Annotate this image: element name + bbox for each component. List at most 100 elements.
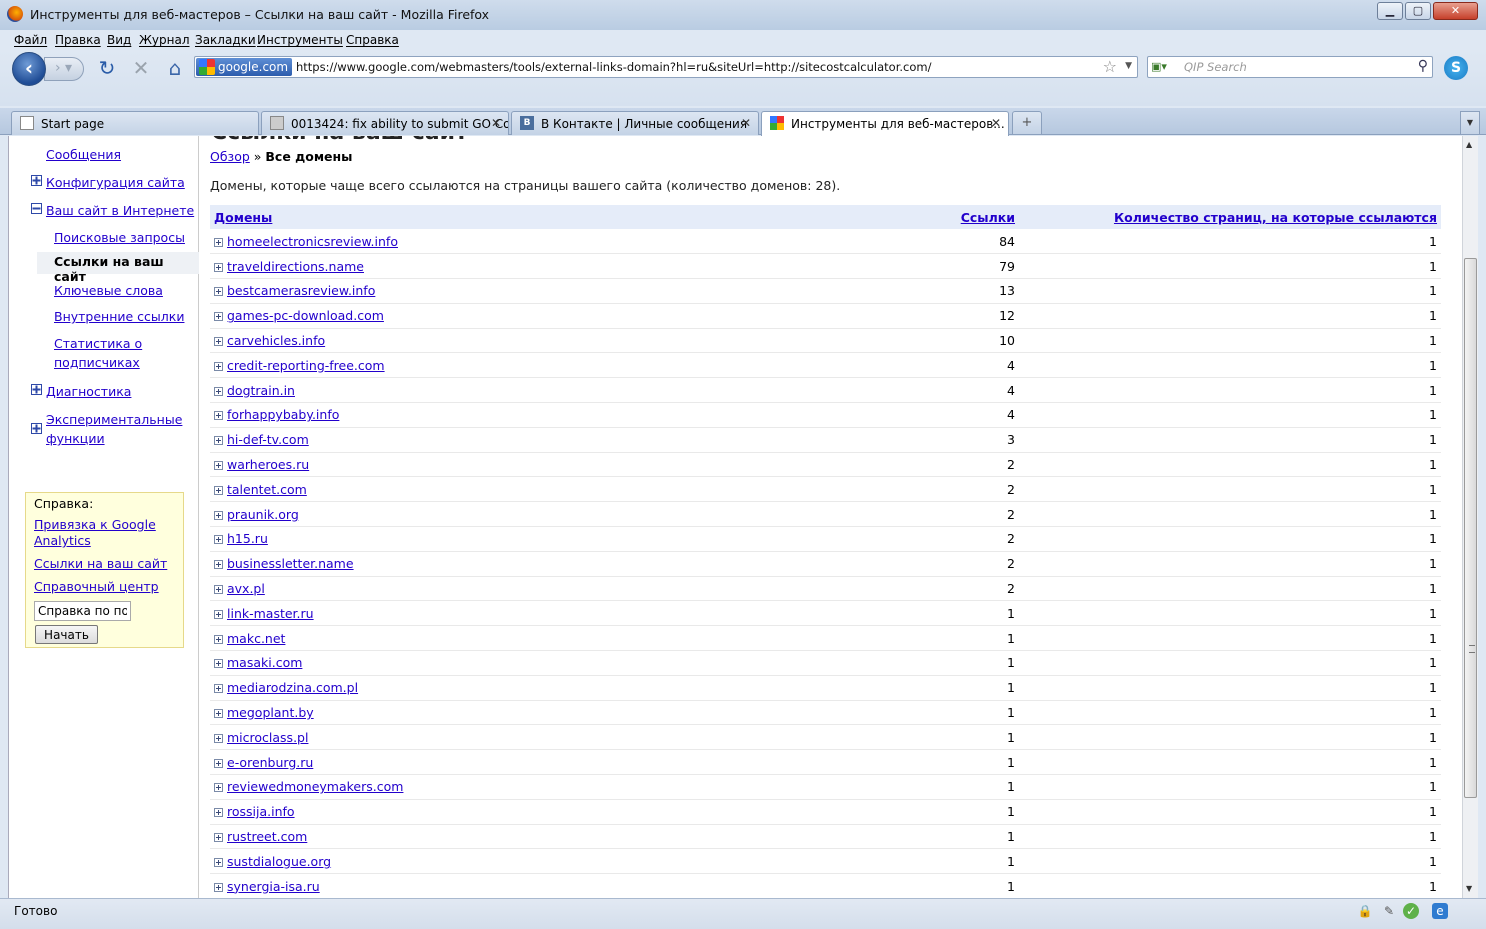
- sidebar-item-internal-links[interactable]: Внутренние ссылки: [54, 307, 184, 326]
- expand-row-icon[interactable]: [214, 535, 223, 545]
- close-tab-icon[interactable]: ✕: [741, 116, 751, 130]
- expand-row-icon[interactable]: [214, 312, 223, 322]
- back-button[interactable]: ‹: [12, 52, 46, 86]
- search-bar[interactable]: ▣▾ QIP Search ⚲: [1147, 56, 1433, 78]
- domain-link[interactable]: credit-reporting-free.com: [227, 358, 385, 373]
- domain-link[interactable]: makc.net: [227, 631, 285, 646]
- menu-file[interactable]: Файл: [14, 33, 47, 47]
- help-link-analytics[interactable]: Привязка к Google Analytics: [34, 517, 179, 549]
- expand-row-icon[interactable]: [214, 287, 223, 297]
- tab-vkontakte[interactable]: B В Контакте | Личные сообщения ✕: [511, 111, 759, 135]
- breadcrumb-overview-link[interactable]: Обзор: [210, 149, 250, 164]
- collapse-icon[interactable]: [31, 203, 42, 214]
- menu-bookmarks[interactable]: Закладки: [195, 33, 256, 47]
- domain-link[interactable]: avx.pl: [227, 581, 265, 596]
- expand-icon[interactable]: [31, 423, 42, 434]
- expand-row-icon[interactable]: [214, 808, 223, 818]
- expand-row-icon[interactable]: [214, 262, 223, 272]
- home-icon[interactable]: ⌂: [163, 57, 187, 79]
- domain-link[interactable]: forhappybaby.info: [227, 407, 339, 422]
- domain-link[interactable]: megoplant.by: [227, 705, 314, 720]
- sort-by-pages-link[interactable]: Количество страниц, на которые ссылаются: [1114, 210, 1437, 225]
- bookmark-star-icon[interactable]: ☆: [1103, 57, 1117, 76]
- domain-link[interactable]: carvehicles.info: [227, 333, 325, 348]
- close-tab-icon[interactable]: ✕: [991, 116, 1001, 130]
- expand-row-icon[interactable]: [214, 709, 223, 719]
- domain-link[interactable]: talentet.com: [227, 482, 307, 497]
- reload-icon[interactable]: ↻: [95, 57, 119, 79]
- sidebar-item-links-selected[interactable]: Ссылки на ваш сайт: [37, 252, 199, 284]
- sidebar-item-keywords[interactable]: Ключевые слова: [54, 281, 163, 300]
- domain-link[interactable]: link-master.ru: [227, 606, 314, 621]
- lock-icon[interactable]: 🔒: [1357, 903, 1373, 919]
- sort-by-links-link[interactable]: Ссылки: [961, 210, 1015, 225]
- scroll-up-icon[interactable]: ▲: [1466, 140, 1472, 149]
- expand-row-icon[interactable]: [214, 337, 223, 347]
- expand-row-icon[interactable]: [214, 857, 223, 867]
- domain-link[interactable]: games-pc-download.com: [227, 308, 384, 323]
- expand-row-icon[interactable]: [214, 411, 223, 421]
- addon-icon[interactable]: ✎: [1381, 903, 1397, 919]
- sidebar-item-search-queries[interactable]: Поисковые запросы: [54, 228, 185, 247]
- close-tab-icon[interactable]: ✕: [491, 116, 501, 130]
- help-link-center[interactable]: Справочный центр: [34, 579, 179, 595]
- help-link-links[interactable]: Ссылки на ваш сайт: [34, 556, 179, 572]
- expand-row-icon[interactable]: [214, 436, 223, 446]
- domain-link[interactable]: praunik.org: [227, 507, 299, 522]
- tab-webmaster-tools[interactable]: Инструменты для веб-мастеров... ✕: [761, 111, 1009, 136]
- sidebar-item-site-config[interactable]: Конфигурация сайта: [46, 173, 185, 192]
- sidebar-item-messages[interactable]: Сообщения: [46, 145, 121, 164]
- domain-link[interactable]: warheroes.ru: [227, 457, 309, 472]
- expand-row-icon[interactable]: [214, 733, 223, 743]
- menu-history[interactable]: Журнал: [139, 33, 190, 47]
- sidebar-item-diagnostics[interactable]: Диагностика: [46, 382, 131, 401]
- expand-row-icon[interactable]: [214, 585, 223, 595]
- sidebar-item-subscriber-stats[interactable]: Статистика о подписчиках: [54, 334, 164, 372]
- menu-view[interactable]: Вид: [107, 33, 131, 47]
- stop-icon[interactable]: ✕: [129, 57, 153, 79]
- domain-link[interactable]: businessletter.name: [227, 556, 354, 571]
- help-search-input[interactable]: [34, 601, 131, 621]
- sidebar-item-site-on-web[interactable]: Ваш сайт в Интернете: [46, 201, 194, 220]
- expand-icon[interactable]: [31, 384, 42, 395]
- minimize-button[interactable]: ▁: [1377, 2, 1403, 20]
- new-tab-button[interactable]: +: [1012, 111, 1042, 134]
- sort-by-domains-link[interactable]: Домены: [214, 210, 272, 225]
- status-ok-icon[interactable]: ✓: [1403, 903, 1419, 919]
- domain-link[interactable]: hi-def-tv.com: [227, 432, 309, 447]
- menu-tools[interactable]: Инструменты: [257, 33, 343, 47]
- vertical-scrollbar[interactable]: ▲ ▼: [1462, 136, 1478, 898]
- expand-row-icon[interactable]: [214, 361, 223, 371]
- domain-link[interactable]: e-orenburg.ru: [227, 755, 313, 770]
- expand-row-icon[interactable]: [214, 783, 223, 793]
- expand-row-icon[interactable]: [214, 510, 223, 520]
- expand-row-icon[interactable]: [214, 659, 223, 669]
- domain-link[interactable]: microclass.pl: [227, 730, 308, 745]
- domain-link[interactable]: rossija.info: [227, 804, 295, 819]
- domain-link[interactable]: sustdialogue.org: [227, 854, 331, 869]
- menu-help[interactable]: Справка: [346, 33, 399, 47]
- expand-row-icon[interactable]: [214, 237, 223, 247]
- expand-row-icon[interactable]: [214, 634, 223, 644]
- domain-link[interactable]: bestcamerasreview.info: [227, 283, 375, 298]
- expand-row-icon[interactable]: [214, 485, 223, 495]
- scroll-down-icon[interactable]: ▼: [1466, 884, 1472, 893]
- tab-start-page[interactable]: Start page: [11, 111, 259, 135]
- search-icon[interactable]: ⚲: [1418, 58, 1428, 74]
- url-dropdown-icon[interactable]: ▼: [1125, 61, 1132, 71]
- domain-link[interactable]: synergia-isa.ru: [227, 879, 320, 894]
- tab-bug-tracker[interactable]: 0013424: fix ability to submit GO Co... …: [261, 111, 509, 135]
- skype-icon[interactable]: S: [1444, 56, 1468, 80]
- forward-button[interactable]: › ▾: [44, 57, 84, 81]
- scrollbar-thumb[interactable]: [1464, 258, 1477, 798]
- domain-link[interactable]: h15.ru: [227, 531, 268, 546]
- expand-row-icon[interactable]: [214, 833, 223, 843]
- domain-link[interactable]: traveldirections.name: [227, 259, 364, 274]
- expand-icon[interactable]: [31, 175, 42, 186]
- expand-row-icon[interactable]: [214, 758, 223, 768]
- domain-link[interactable]: homeelectronicsreview.info: [227, 234, 398, 249]
- expand-row-icon[interactable]: [214, 461, 223, 471]
- maximize-button[interactable]: ▢: [1405, 2, 1431, 20]
- close-window-button[interactable]: ✕: [1433, 2, 1478, 20]
- expand-row-icon[interactable]: [214, 882, 223, 892]
